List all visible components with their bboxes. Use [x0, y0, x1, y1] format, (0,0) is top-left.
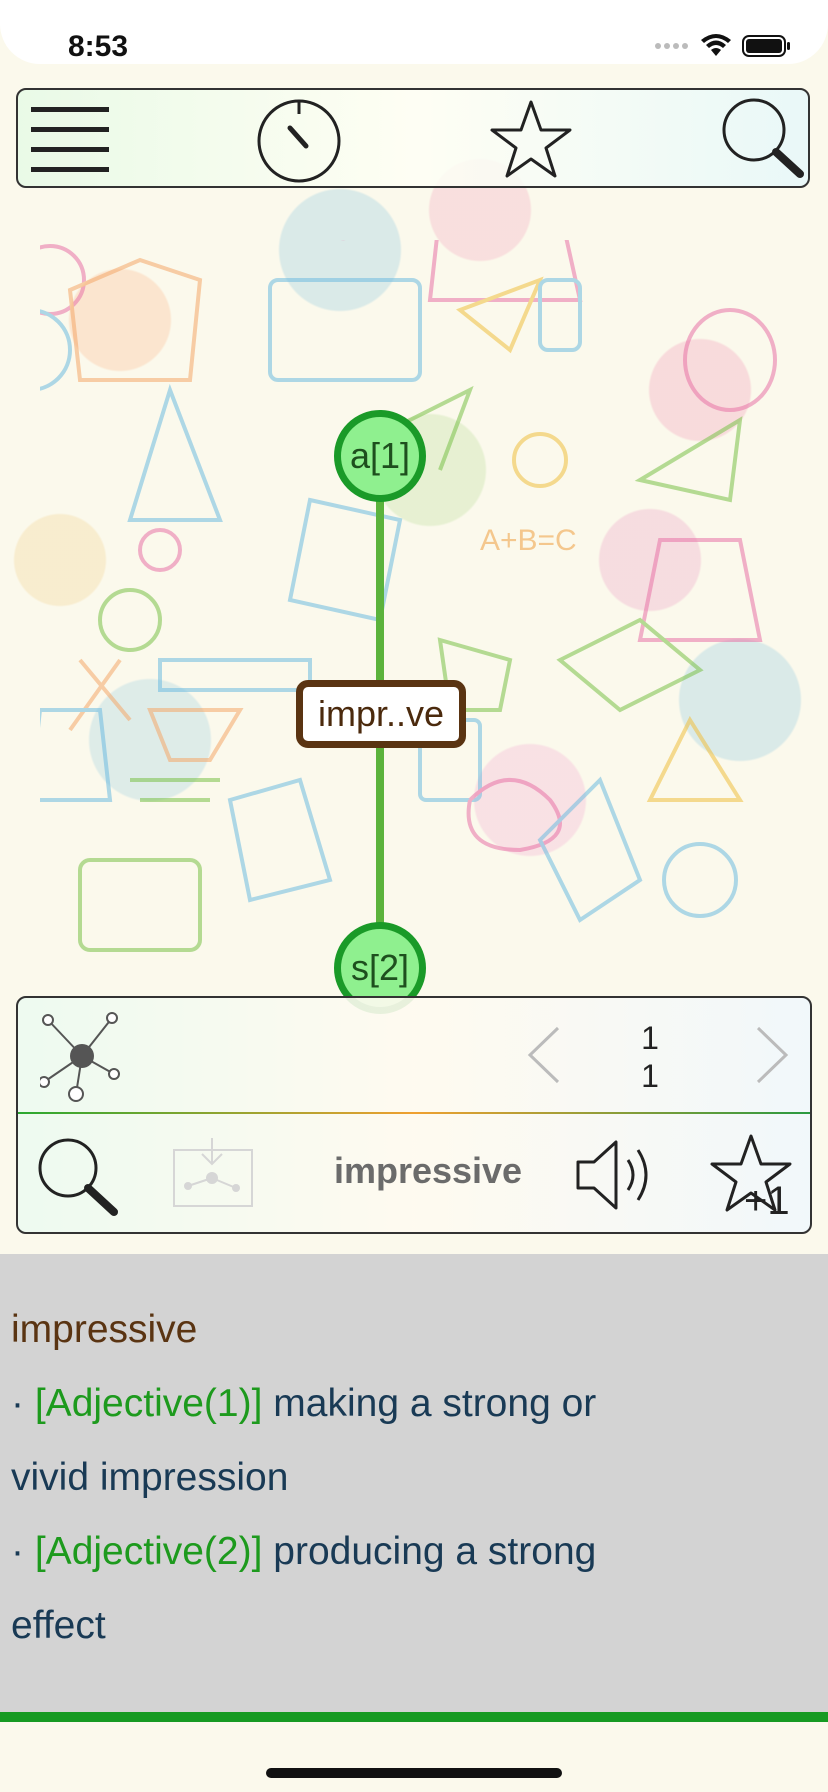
- search-icon: [38, 1138, 118, 1216]
- page-current: 1: [641, 1020, 659, 1056]
- graph-view-button[interactable]: [38, 1010, 126, 1107]
- page-total: 1: [641, 1058, 659, 1094]
- definition-bottom-border: [0, 1712, 828, 1722]
- chevron-left-icon: [527, 1026, 560, 1084]
- entry-text-continued: effect: [11, 1604, 106, 1647]
- entry-part-of-speech: [Adjective(1)]: [34, 1382, 263, 1425]
- definition-title: impressive: [11, 1308, 198, 1351]
- favorites-button[interactable]: [486, 96, 576, 182]
- panel-divider: [18, 1112, 810, 1114]
- graph-node-top[interactable]: a[1]: [334, 410, 426, 502]
- top-toolbar: [16, 88, 810, 188]
- current-word: impressive: [333, 1150, 523, 1191]
- chevron-right-icon: [756, 1026, 789, 1084]
- menu-button[interactable]: [26, 96, 116, 182]
- status-icons: [654, 34, 792, 58]
- entry-bullet: ·: [11, 1530, 24, 1573]
- search-icon: [722, 98, 804, 178]
- previous-page-button[interactable]: [526, 1026, 562, 1089]
- next-page-button[interactable]: [754, 1026, 790, 1089]
- entry-text: producing a strong: [273, 1530, 597, 1573]
- history-timer-button[interactable]: [254, 96, 344, 183]
- status-bar: 8:53: [0, 0, 828, 64]
- star-plus-one-icon: +1: [710, 1134, 792, 1223]
- status-time: 8:53: [68, 30, 129, 63]
- network-graph-icon: [38, 1012, 120, 1102]
- add-favorite-button[interactable]: +1: [708, 1132, 794, 1223]
- graph-import-icon: [173, 1138, 253, 1207]
- star-icon: [490, 100, 572, 178]
- svg-text:BACK: BACK: [295, 240, 372, 246]
- word-control-panel: 1 1 impressive +1: [16, 996, 812, 1234]
- cellular-signal-icon: [655, 43, 688, 49]
- home-indicator[interactable]: [266, 1768, 562, 1778]
- hamburger-menu-icon: [31, 107, 109, 172]
- timer-icon: [257, 99, 341, 183]
- entry-text: making a strong or: [273, 1382, 597, 1425]
- school-doodles-illustration: BACK A+B=C: [40, 240, 777, 952]
- import-graph-button: [172, 1138, 256, 1215]
- entry-text-continued: vivid impression: [11, 1456, 289, 1499]
- speaker-icon: [576, 1140, 648, 1210]
- entry-bullet: ·: [11, 1382, 24, 1425]
- pronounce-button[interactable]: [574, 1138, 658, 1217]
- definition-panel: impressive · [Adjective(1)] making a str…: [0, 1254, 828, 1720]
- word-search-button[interactable]: [36, 1136, 120, 1225]
- svg-text:A+B=C: A+B=C: [480, 524, 577, 557]
- wifi-icon: [701, 34, 731, 56]
- definition-entry: · [Adjective(1)] making a strong or: [11, 1382, 596, 1426]
- svg-text:+1: +1: [744, 1179, 790, 1216]
- graph-node-word[interactable]: impr..ve: [296, 680, 466, 748]
- definition-entry: · [Adjective(2)] producing a strong: [11, 1530, 596, 1574]
- battery-icon: [742, 35, 790, 57]
- entry-part-of-speech: [Adjective(2)]: [34, 1530, 263, 1573]
- search-button[interactable]: [718, 96, 808, 182]
